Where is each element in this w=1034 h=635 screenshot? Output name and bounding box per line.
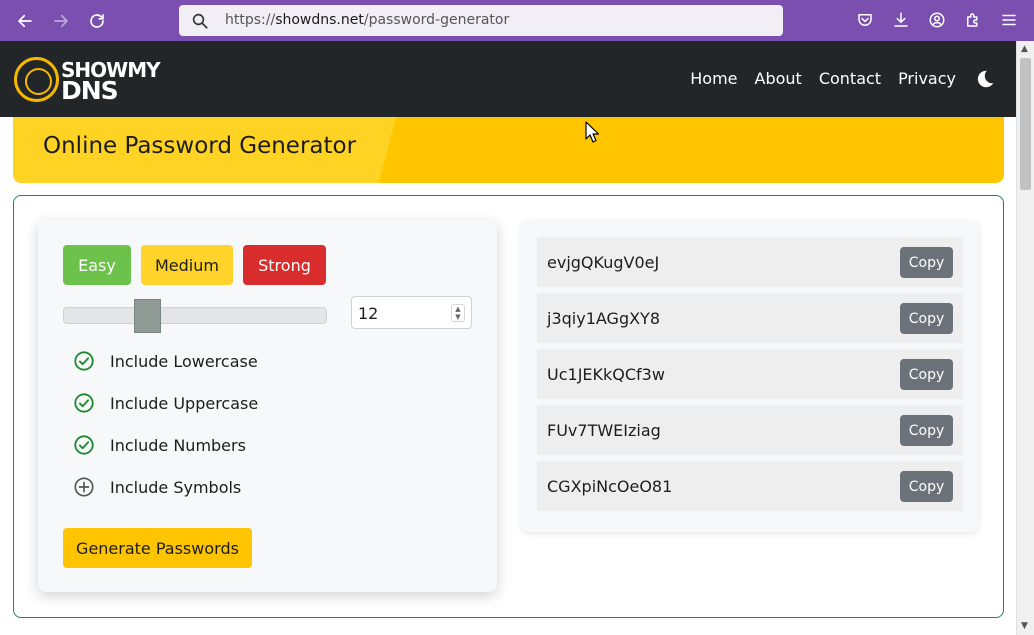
browser-toolbar: https://showdns.net/password-generator bbox=[0, 0, 1034, 41]
pocket-icon[interactable] bbox=[855, 10, 875, 30]
option-label: Include Uppercase bbox=[110, 393, 259, 413]
password-row: evjgQKugV0eJ Copy bbox=[537, 237, 963, 287]
url-text: https://showdns.net/password-generator bbox=[225, 12, 510, 28]
nav-about[interactable]: About bbox=[755, 69, 802, 88]
page-scrollbar[interactable]: ▲ ▼ bbox=[1016, 41, 1034, 635]
easy-button[interactable]: Easy bbox=[63, 245, 131, 285]
option-lowercase[interactable]: Include Lowercase bbox=[73, 349, 258, 373]
length-slider-thumb[interactable] bbox=[134, 299, 161, 333]
length-value: 12 bbox=[358, 304, 379, 323]
site-header: SHOWMY DNS Home About Contact Privacy bbox=[0, 41, 1016, 117]
option-uppercase[interactable]: Include Uppercase bbox=[73, 391, 258, 415]
nav-home[interactable]: Home bbox=[690, 69, 737, 88]
site-logo[interactable]: SHOWMY DNS bbox=[14, 56, 161, 105]
page-title: Online Password Generator bbox=[43, 133, 357, 159]
option-label: Include Lowercase bbox=[110, 351, 258, 371]
length-slider-track[interactable] bbox=[63, 307, 327, 324]
reload-icon[interactable] bbox=[85, 9, 109, 33]
password-text: Uc1JEKkQCf3w bbox=[547, 365, 665, 384]
generate-button[interactable]: Generate Passwords bbox=[63, 528, 252, 568]
logo-text-bottom: DNS bbox=[61, 76, 119, 105]
option-label: Include Numbers bbox=[110, 435, 246, 455]
address-bar[interactable]: https://showdns.net/password-generator bbox=[179, 5, 783, 36]
copy-button[interactable]: Copy bbox=[900, 303, 953, 334]
account-icon[interactable] bbox=[927, 10, 947, 30]
plus-circle-icon bbox=[74, 477, 94, 497]
back-icon[interactable] bbox=[13, 9, 37, 33]
option-numbers[interactable]: Include Numbers bbox=[73, 433, 246, 457]
copy-button[interactable]: Copy bbox=[900, 471, 953, 502]
mouse-cursor-icon bbox=[585, 121, 599, 143]
nav-contact[interactable]: Contact bbox=[819, 69, 881, 88]
password-text: j3qiy1AGgXY8 bbox=[547, 309, 661, 328]
password-row: CGXpiNcOeO81 Copy bbox=[537, 461, 963, 511]
globe-icon bbox=[14, 57, 59, 102]
extensions-icon[interactable] bbox=[963, 10, 983, 30]
copy-button[interactable]: Copy bbox=[900, 415, 953, 446]
password-text: CGXpiNcOeO81 bbox=[547, 477, 673, 496]
password-row: Uc1JEKkQCf3w Copy bbox=[537, 349, 963, 399]
option-label: Include Symbols bbox=[110, 477, 242, 497]
page-banner: Online Password Generator bbox=[13, 117, 1004, 183]
download-icon[interactable] bbox=[891, 10, 911, 30]
nav-privacy[interactable]: Privacy bbox=[898, 69, 956, 88]
copy-button[interactable]: Copy bbox=[900, 247, 953, 278]
scroll-thumb[interactable] bbox=[1020, 58, 1031, 190]
option-symbols[interactable]: Include Symbols bbox=[73, 475, 241, 499]
password-text: FUv7TWEIziag bbox=[547, 421, 661, 440]
length-input[interactable]: 12 ▲ ▼ bbox=[351, 296, 472, 329]
forward-icon[interactable] bbox=[49, 9, 73, 33]
main-nav: Home About Contact Privacy bbox=[690, 69, 956, 88]
check-circle-icon bbox=[74, 351, 94, 371]
search-icon bbox=[192, 13, 208, 29]
menu-icon[interactable] bbox=[999, 10, 1019, 30]
copy-button[interactable]: Copy bbox=[900, 359, 953, 390]
password-text: evjgQKugV0eJ bbox=[547, 253, 660, 272]
strong-button[interactable]: Strong bbox=[243, 245, 326, 285]
check-circle-icon bbox=[74, 435, 94, 455]
password-row: FUv7TWEIziag Copy bbox=[537, 405, 963, 455]
medium-button[interactable]: Medium bbox=[141, 245, 233, 285]
scroll-up-icon[interactable]: ▲ bbox=[1021, 44, 1028, 54]
spinner-icon[interactable]: ▲ ▼ bbox=[451, 304, 465, 322]
password-row: j3qiy1AGgXY8 Copy bbox=[537, 293, 963, 343]
scroll-down-icon[interactable]: ▼ bbox=[1021, 621, 1028, 631]
check-circle-icon bbox=[74, 393, 94, 413]
moon-icon[interactable] bbox=[974, 68, 996, 90]
